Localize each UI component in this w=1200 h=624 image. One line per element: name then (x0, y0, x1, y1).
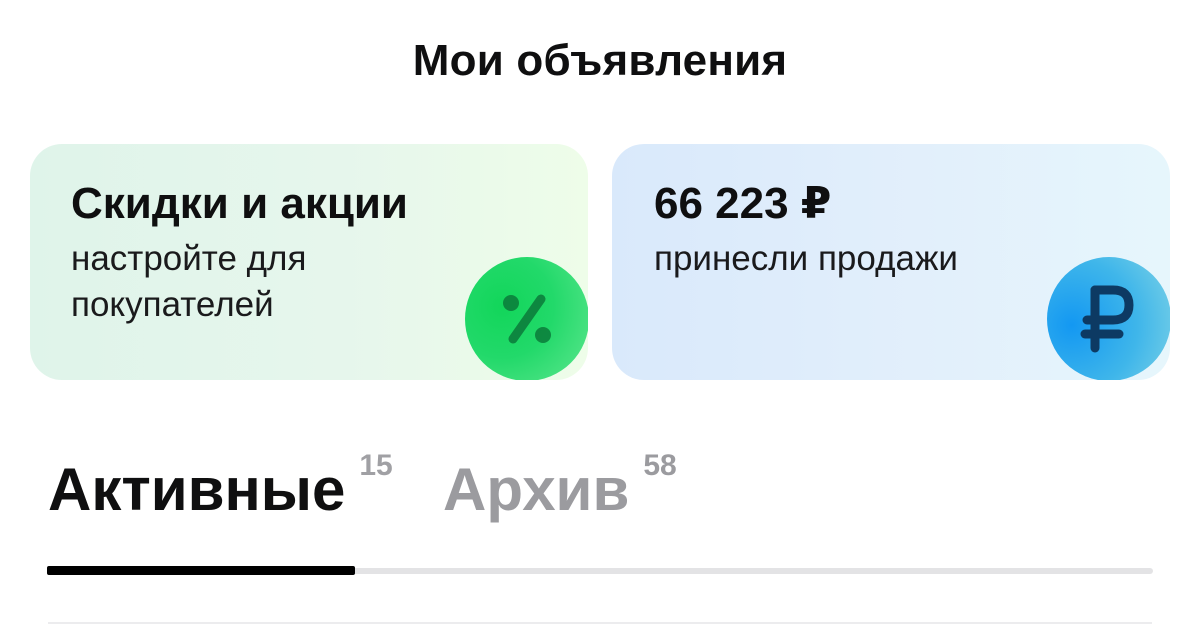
tab-archive-label: Архив (443, 456, 630, 523)
discounts-card[interactable]: Скидки и акции настройте для покупателей (30, 144, 588, 380)
sales-card[interactable]: 66 223 ₽ принесли продажи (612, 144, 1170, 380)
tab-active-label: Активные (48, 456, 346, 523)
discounts-card-subtitle: настройте для покупателей (71, 239, 307, 324)
page-title: Мои объявления (412, 36, 788, 85)
tab-archive-count: 58 (643, 449, 677, 482)
ruble-icon (1047, 257, 1170, 380)
sales-card-subtitle: принесли продажи (654, 239, 958, 278)
sales-amount: 66 223 ₽ (654, 179, 832, 228)
tab-active-count: 15 (359, 449, 393, 482)
tab-active[interactable]: Активные 15 (48, 449, 393, 524)
tab-indicator (47, 566, 355, 575)
tab-archive[interactable]: Архив 58 (443, 449, 677, 524)
discounts-card-title: Скидки и акции (71, 179, 408, 228)
percent-icon (465, 257, 588, 380)
